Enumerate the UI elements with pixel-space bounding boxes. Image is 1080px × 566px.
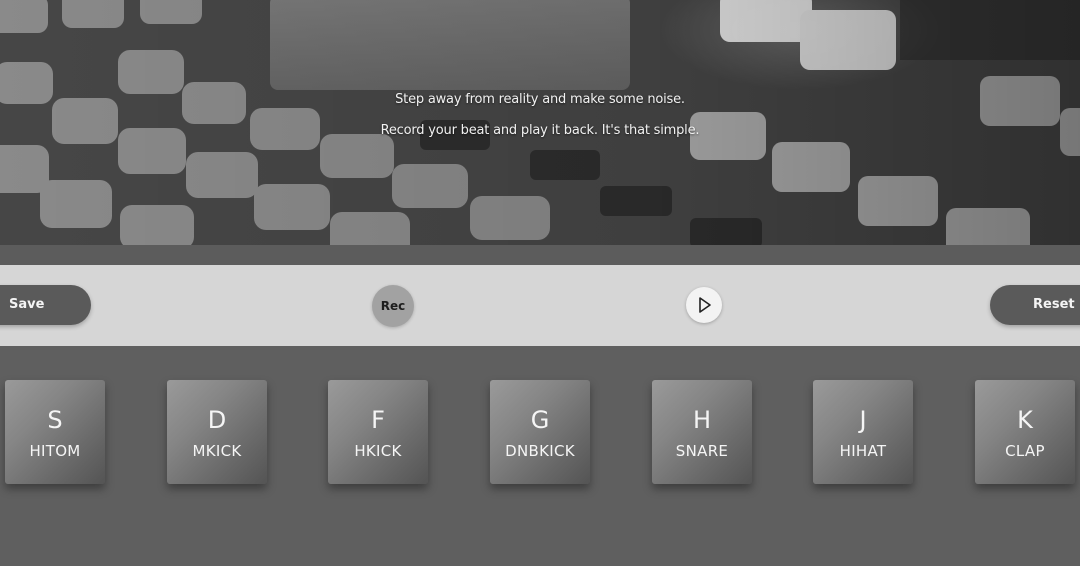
- save-button[interactable]: Save: [0, 285, 91, 325]
- pad-sound-label: SNARE: [675, 442, 729, 460]
- record-button[interactable]: Rec: [372, 285, 414, 327]
- drum-pads: S HITOM D MKICK F HKICK G DNBKICK H SNAR…: [0, 346, 1080, 566]
- hero-line-1: Step away from reality and make some noi…: [395, 92, 685, 107]
- pad-key: J: [859, 406, 867, 434]
- pad-sound-label: HITOM: [29, 442, 81, 460]
- play-button[interactable]: [686, 287, 722, 323]
- pad-sound-label: DNBKICK: [505, 442, 575, 460]
- pad-key: K: [1017, 406, 1033, 434]
- pad-snare[interactable]: H SNARE: [652, 380, 752, 484]
- hero-line-2: Record your beat and play it back. It's …: [380, 123, 700, 138]
- pad-sound-label: MKICK: [192, 442, 242, 460]
- controls-bar: Save Rec Reset: [0, 265, 1080, 346]
- pad-sound-label: HKICK: [354, 442, 402, 460]
- hero-banner: Step away from reality and make some noi…: [0, 0, 1080, 245]
- pad-key: G: [530, 406, 550, 434]
- play-icon: [699, 297, 711, 313]
- pad-key: D: [207, 406, 227, 434]
- pad-hitom[interactable]: S HITOM: [5, 380, 105, 484]
- divider-strip: [0, 245, 1080, 265]
- hero-tagline: Step away from reality and make some noi…: [0, 84, 1080, 146]
- pad-key: S: [47, 406, 63, 434]
- pad-hkick[interactable]: F HKICK: [328, 380, 428, 484]
- pad-hihat[interactable]: J HIHAT: [813, 380, 913, 484]
- pad-key: F: [371, 406, 385, 434]
- pad-key: H: [692, 406, 712, 434]
- reset-button[interactable]: Reset: [990, 285, 1080, 325]
- pad-mkick[interactable]: D MKICK: [167, 380, 267, 484]
- pad-sound-label: HIHAT: [839, 442, 887, 460]
- pad-sound-label: CLAP: [1005, 442, 1045, 460]
- pad-dnbkick[interactable]: G DNBKICK: [490, 380, 590, 484]
- pad-clap[interactable]: K CLAP: [975, 380, 1075, 484]
